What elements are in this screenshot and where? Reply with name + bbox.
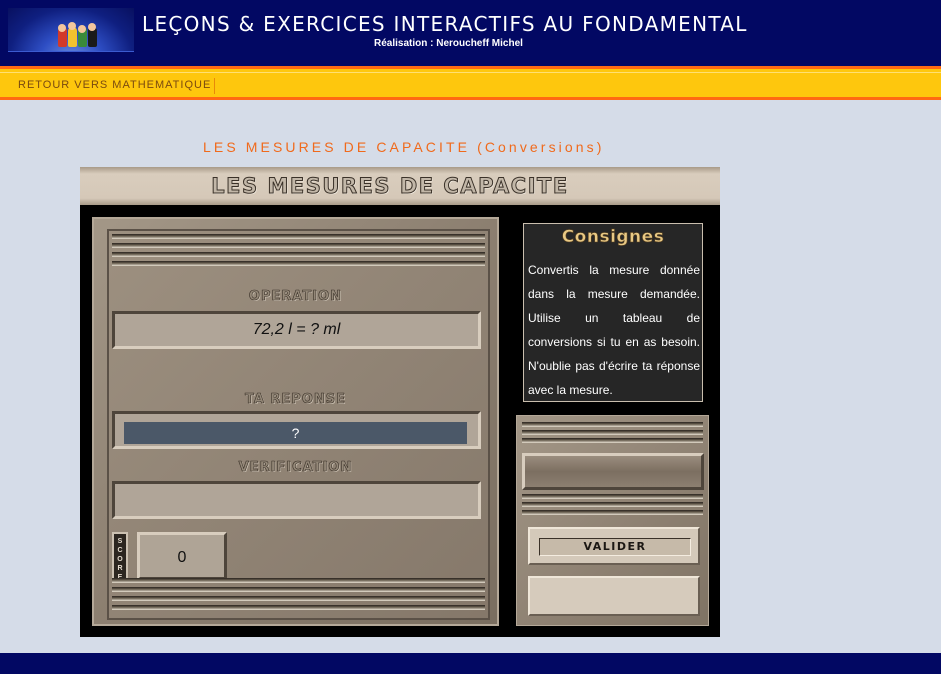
verification-field <box>112 481 481 519</box>
valider-button[interactable]: VALIDER <box>539 538 691 556</box>
back-to-math-link[interactable]: RETOUR VERS MATHEMATIQUE <box>18 79 211 91</box>
site-author: Réalisation : Neroucheff Michel <box>374 38 523 49</box>
logo-figure-head <box>88 23 96 31</box>
score-value: 0 <box>177 549 187 566</box>
valider-frame[interactable]: VALIDER <box>528 527 700 565</box>
banner-title: LES MESURES DE CAPACITE <box>211 174 569 199</box>
result-box <box>528 576 700 616</box>
exercise-banner: LES MESURES DE CAPACITE <box>80 167 720 205</box>
answer-field <box>112 411 481 449</box>
operation-field: 72,2 l = ? ml <box>112 311 481 349</box>
operation-label: OPERATION <box>248 289 343 305</box>
consignes-text: Convertis la mesure donnée dans la mesur… <box>528 263 700 397</box>
verification-label: VERIFICATION <box>238 460 353 476</box>
page-title: LES MESURES DE CAPACITE (Conversions) <box>203 139 605 155</box>
right-middle-grille <box>522 494 703 518</box>
score-tab-label: SCORE <box>117 538 123 581</box>
logo-figure <box>68 27 77 47</box>
inner-frame: OPERATION 72,2 l = ? ml TA REPONSE VERIF… <box>107 229 490 620</box>
right-panel: VALIDER <box>516 415 709 626</box>
exercise-panel: LES MESURES DE CAPACITE OPERATION 72,2 l… <box>80 167 720 637</box>
consignes-title: Consignes <box>561 227 665 248</box>
score-box: 0 <box>137 532 227 580</box>
site-title: LEÇONS & EXERCICES INTERACTIFS AU FONDAM… <box>142 12 748 36</box>
site-footer <box>0 653 941 674</box>
left-panel: OPERATION 72,2 l = ? ml TA REPONSE VERIF… <box>92 217 499 626</box>
right-top-grille <box>522 422 703 446</box>
answer-label: TA REPONSE <box>244 392 347 408</box>
top-grille <box>112 234 485 272</box>
bottom-grille <box>112 578 485 616</box>
consignes-box: Consignes Convertis la mesure donnée dan… <box>523 223 703 402</box>
logo-figure-head <box>68 22 76 30</box>
display-slot <box>522 453 704 490</box>
logo-figure-head <box>78 25 86 33</box>
operation-text: 72,2 l = ? ml <box>252 321 341 338</box>
site-header: LEÇONS & EXERCICES INTERACTIFS AU FONDAM… <box>0 0 941 66</box>
nav-bar: RETOUR VERS MATHEMATIQUE <box>0 66 941 100</box>
logo-figure-head <box>58 24 66 32</box>
nav-separator <box>214 78 215 94</box>
nav-inner: RETOUR VERS MATHEMATIQUE <box>0 72 941 94</box>
answer-input[interactable] <box>124 422 467 444</box>
logo <box>8 8 134 52</box>
score-tab: SCORE <box>112 532 128 581</box>
